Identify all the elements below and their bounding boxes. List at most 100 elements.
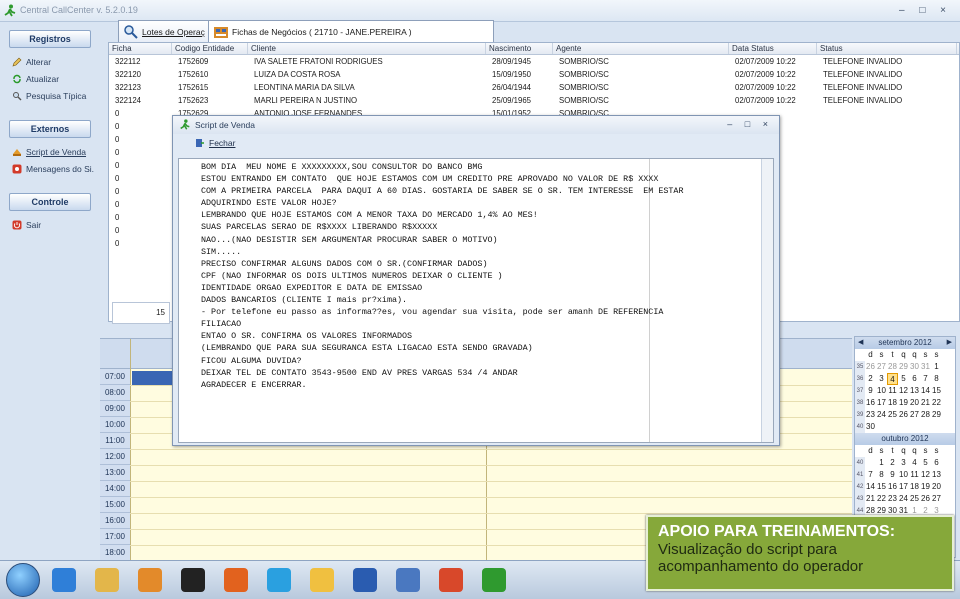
day-cell[interactable]: 27 [876,361,887,373]
table-row[interactable]: 322123 1752615 LEONTINA MARIA DA SILVA 26/0… [109,81,959,94]
mail-icon[interactable] [305,564,339,596]
day-cell[interactable]: 22 [931,397,942,409]
column-header[interactable]: Ficha [109,43,172,54]
day-cell[interactable]: 19 [920,481,931,493]
day-cell[interactable]: 11 [909,469,920,481]
day-cell[interactable] [865,457,876,469]
day-cell[interactable]: 18 [909,481,920,493]
column-header[interactable]: Cliente [248,43,486,54]
day-cell[interactable]: 4 [909,457,920,469]
dialog-window-controls[interactable]: – □ × [727,119,773,129]
day-cell[interactable]: 21 [920,397,931,409]
day-cell[interactable]: 28 [920,409,931,421]
day-cell[interactable]: 13 [931,469,942,481]
day-cell[interactable]: 20 [931,481,942,493]
table-row[interactable]: 322120 1752610 LUIZA DA COSTA ROSA 15/09/19… [109,68,959,81]
skype-icon[interactable] [262,564,296,596]
day-cell[interactable]: 5 [898,373,909,385]
day-cell[interactable]: 1 [876,457,887,469]
day-cell[interactable]: 20 [909,397,920,409]
table-row[interactable]: 322124 1752623 MARLI PEREIRA N JUSTINO 25/0… [109,94,959,107]
day-cell[interactable]: 9 [865,385,876,397]
day-cell[interactable] [887,421,898,433]
tab-fichas-de-negocios[interactable]: Fichas de Negócios ( 21710 - JANE.PEREIR… [208,20,494,42]
sidebar-item-alterar[interactable]: Alterar [6,53,94,70]
day-cell[interactable]: 22 [876,493,887,505]
day-cell[interactable]: 28 [887,361,898,373]
sidebar-item-sair[interactable]: Sair [6,216,94,233]
powerpoint-icon[interactable] [434,564,468,596]
day-cell[interactable]: 14 [920,385,931,397]
media-player-icon[interactable] [133,564,167,596]
day-cell[interactable]: 18 [887,397,898,409]
day-cell[interactable]: 17 [876,397,887,409]
day-cell[interactable]: 7 [865,469,876,481]
table-row[interactable]: 322112 1752609 IVA SALETE FRATONI RODRIGUE… [109,55,959,68]
day-cell[interactable]: 30 [909,361,920,373]
callcenter-icon[interactable] [477,564,511,596]
day-cell[interactable]: 26 [865,361,876,373]
sidebar-item-mensagens[interactable]: Mensagens do Si... [6,160,94,177]
day-cell[interactable]: 12 [920,469,931,481]
day-cell[interactable]: 27 [931,493,942,505]
day-cell[interactable]: 7 [920,373,931,385]
day-cell[interactable]: 27 [909,409,920,421]
day-cell[interactable] [909,421,920,433]
day-cell[interactable]: 17 [898,481,909,493]
day-cell[interactable]: 30 [865,421,876,433]
network-icon[interactable] [391,564,425,596]
day-cell[interactable]: 10 [876,385,887,397]
day-cell[interactable]: 19 [898,397,909,409]
day-cell[interactable]: 6 [909,373,920,385]
next-month-icon[interactable]: ▶ [947,337,952,349]
column-header[interactable]: Data Status [729,43,817,54]
day-cell[interactable]: 24 [898,493,909,505]
hp-icon[interactable] [176,564,210,596]
day-cell[interactable]: 21 [865,493,876,505]
internet-explorer-icon[interactable] [47,564,81,596]
day-cell[interactable]: 13 [909,385,920,397]
script-text-area[interactable]: BOM DIA MEU NOME E XXXXXXXXX,SOU CONSULT… [178,158,774,443]
day-cell[interactable]: 25 [909,493,920,505]
day-cell[interactable]: 29 [898,361,909,373]
column-header[interactable]: Agente [553,43,729,54]
day-cell[interactable] [931,421,942,433]
day-cell[interactable]: 26 [920,493,931,505]
tab-lotes-de-operacao[interactable]: Lotes de Operaç [118,20,214,42]
fechar-button[interactable]: Fechar [195,138,235,148]
firefox-icon[interactable] [219,564,253,596]
sidebar-item-pesquisa[interactable]: Pesquisa Típica [6,87,94,104]
sidebar-item-script-de-venda[interactable]: Script de Venda [6,143,94,160]
sidebar-item-atualizar[interactable]: Atualizar [6,70,94,87]
day-cell[interactable]: 10 [898,469,909,481]
day-cell[interactable]: 3 [898,457,909,469]
day-cell[interactable] [920,421,931,433]
column-header[interactable]: Nascimento [486,43,553,54]
day-cell[interactable]: 6 [931,457,942,469]
day-cell[interactable]: 2 [865,373,876,385]
day-cell[interactable]: 24 [876,409,887,421]
day-cell[interactable]: 1 [931,361,942,373]
day-cell[interactable]: 25 [887,409,898,421]
day-cell[interactable]: 8 [876,469,887,481]
day-cell[interactable]: 5 [920,457,931,469]
day-cell[interactable]: 14 [865,481,876,493]
day-cell[interactable] [898,421,909,433]
day-cell[interactable]: 29 [931,409,942,421]
word-icon[interactable] [348,564,382,596]
day-cell[interactable]: 12 [898,385,909,397]
prev-month-icon[interactable]: ◀ [858,337,863,349]
start-orb-icon[interactable] [6,563,40,597]
day-cell[interactable]: 4 [887,373,898,385]
day-cell[interactable]: 31 [920,361,931,373]
day-cell[interactable]: 26 [898,409,909,421]
file-explorer-icon[interactable] [90,564,124,596]
day-cell[interactable]: 15 [931,385,942,397]
vertical-scrollbar[interactable] [761,159,773,442]
day-cell[interactable]: 2 [887,457,898,469]
day-cell[interactable]: 9 [887,469,898,481]
day-cell[interactable] [876,421,887,433]
day-cell[interactable]: 3 [876,373,887,385]
day-cell[interactable]: 16 [887,481,898,493]
day-cell[interactable]: 16 [865,397,876,409]
